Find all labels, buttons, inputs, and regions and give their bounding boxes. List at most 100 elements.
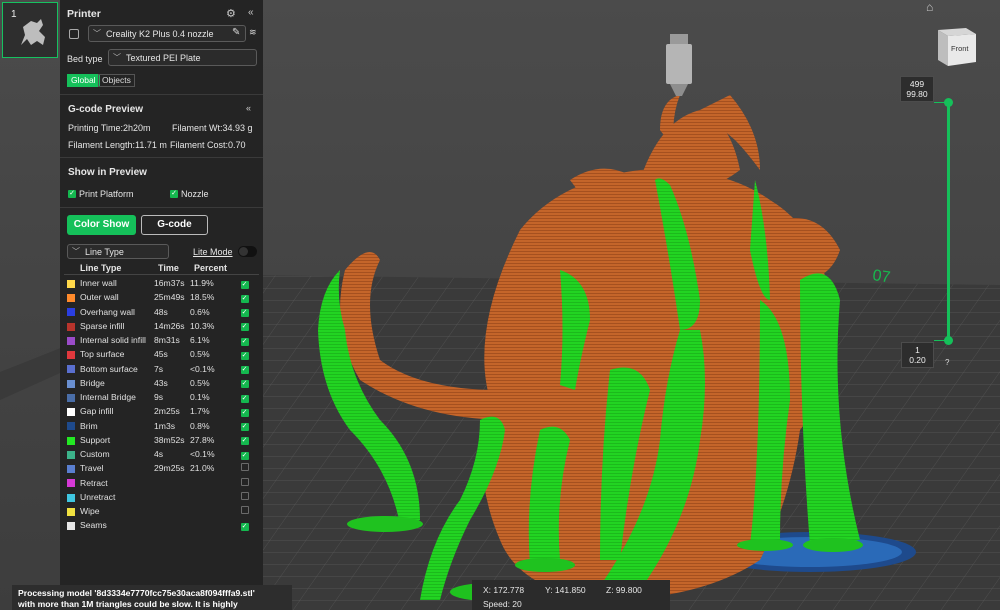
checkbox-checked-icon[interactable]: ✓ — [240, 280, 249, 289]
settings-gear-icon[interactable]: ⚙ — [226, 7, 236, 20]
checkbox-checked-icon: ✓ — [170, 190, 178, 198]
table-row[interactable]: Bridge 43s 0.5% ✓ — [64, 376, 255, 390]
table-row[interactable]: Overhang wall 48s 0.6% ✓ — [64, 305, 255, 319]
line-type-name: Bottom surface — [80, 363, 138, 374]
checkbox-unchecked-icon[interactable] — [240, 477, 249, 486]
line-type-time: 16m37s — [154, 278, 185, 289]
color-swatch — [67, 450, 75, 459]
table-row[interactable]: Gap infill 2m25s 1.7% ✓ — [64, 404, 255, 418]
col-line-type: Line Type — [80, 263, 122, 273]
checkbox-checked-icon[interactable]: ✓ — [240, 337, 249, 346]
line-type-name: Travel — [80, 463, 104, 474]
checkbox-checked-icon[interactable]: ✓ — [240, 309, 249, 318]
table-row[interactable]: Inner wall 16m37s 11.9% ✓ — [64, 276, 255, 290]
checkbox-checked-icon[interactable]: ✓ — [240, 423, 249, 432]
checkbox-unchecked-icon[interactable] — [240, 491, 249, 500]
checkbox-checked-icon[interactable]: ✓ — [240, 366, 249, 375]
show-in-preview-title: Show in Preview — [68, 167, 147, 178]
line-type-name: Outer wall — [80, 292, 119, 303]
layer-slider[interactable]: 499 99.80 1 0.20 ? — [900, 70, 970, 370]
printer-cube-icon — [69, 29, 79, 39]
line-type-percent: 0.5% — [190, 349, 210, 360]
view-cube[interactable]: Front — [932, 26, 978, 68]
plate-thumbnail[interactable]: 1 — [2, 2, 58, 58]
table-row[interactable]: Travel 29m25s 21.0% — [64, 461, 255, 475]
print-platform-toggle[interactable]: ✓ Print Platform — [68, 189, 134, 199]
notice-line-1: Processing model '8d3334e7770fcc75e30aca… — [18, 588, 255, 598]
color-swatch — [67, 408, 75, 417]
printer-model: Creality K2 Plus 0.4 nozzle — [106, 28, 214, 39]
printer-select[interactable]: ﹀ Creality K2 Plus 0.4 nozzle — [88, 25, 246, 42]
table-row[interactable]: Brim 1m3s 0.8% ✓ — [64, 419, 255, 433]
checkbox-checked-icon[interactable]: ✓ — [240, 394, 249, 403]
table-row[interactable]: Custom 4s <0.1% ✓ — [64, 447, 255, 461]
table-row[interactable]: Seams ✓ — [64, 518, 255, 532]
line-type-percent: 11.9% — [190, 278, 214, 289]
checkbox-unchecked-icon[interactable] — [240, 506, 249, 515]
line-type-time: 29m25s — [154, 463, 185, 474]
checkbox-checked-icon[interactable]: ✓ — [240, 294, 249, 303]
checkbox-checked-icon[interactable]: ✓ — [240, 351, 249, 360]
line-type-name: Wipe — [80, 506, 100, 517]
line-type-name: Unretract — [80, 491, 116, 502]
line-type-time: 38m52s — [154, 434, 185, 445]
top-thumb[interactable] — [944, 98, 953, 107]
checkbox-checked-icon[interactable]: ✓ — [240, 437, 249, 446]
checkbox-checked-icon[interactable]: ✓ — [240, 380, 249, 389]
line-type-time: 14m26s — [154, 320, 185, 331]
tab-global[interactable]: Global — [67, 74, 100, 87]
color-swatch — [67, 365, 75, 374]
line-type-percent: 0.1% — [190, 392, 210, 403]
table-row[interactable]: Bottom surface 7s <0.1% ✓ — [64, 362, 255, 376]
table-row[interactable]: Internal solid infill 8m31s 6.1% ✓ — [64, 333, 255, 347]
line-type-percent: 0.6% — [190, 306, 210, 317]
chevron-down-icon: ﹀ — [93, 29, 101, 38]
color-swatch — [67, 422, 75, 431]
edit-icon[interactable]: ✎ — [232, 27, 240, 38]
top-layer-label: 499 99.80 — [900, 76, 934, 102]
checkbox-checked-icon[interactable]: ✓ — [240, 451, 249, 460]
table-row[interactable]: Retract — [64, 476, 255, 490]
gcode-preview-section: G-code Preview « Printing Time:2h20m Fil… — [60, 98, 263, 158]
table-row[interactable]: Support 38m52s 27.8% ✓ — [64, 433, 255, 447]
table-row[interactable]: Outer wall 25m49s 18.5% ✓ — [64, 290, 255, 304]
checkbox-checked-icon[interactable]: ✓ — [240, 522, 249, 531]
line-type-percent: 18.5% — [190, 292, 215, 303]
collapse-icon[interactable]: « — [246, 103, 251, 113]
checkbox-checked-icon: ✓ — [68, 190, 76, 198]
filament-weight: Filament Wt:34.93 g — [172, 123, 253, 133]
tab-objects[interactable]: Objects — [98, 74, 135, 87]
table-row[interactable]: Internal Bridge 9s 0.1% ✓ — [64, 390, 255, 404]
checkbox-checked-icon[interactable]: ✓ — [240, 323, 249, 332]
line-type-percent: 6.1% — [190, 335, 210, 346]
nozzle-toggle[interactable]: ✓ Nozzle — [170, 189, 209, 199]
line-type-percent: 1.7% — [190, 406, 210, 417]
bed-type-label: Bed type — [67, 54, 103, 64]
help-icon[interactable]: ? — [945, 358, 949, 367]
table-row[interactable]: Sparse infill 14m26s 10.3% ✓ — [64, 319, 255, 333]
table-row[interactable]: Wipe — [64, 504, 255, 518]
line-type-select-value: Line Type — [85, 246, 124, 257]
home-icon[interactable]: ⌂ — [926, 0, 933, 14]
gcode-view-button[interactable]: G-code — [141, 215, 208, 235]
color-swatch — [67, 336, 75, 345]
wifi-icon[interactable]: ≋ — [249, 27, 257, 38]
line-type-name: Overhang wall — [80, 306, 135, 317]
line-type-select[interactable]: ﹀ Line Type — [67, 244, 169, 259]
table-row[interactable]: Unretract — [64, 490, 255, 504]
checkbox-checked-icon[interactable]: ✓ — [240, 408, 249, 417]
color-swatch — [67, 294, 75, 303]
speed-value: Speed: 20 — [483, 599, 522, 609]
table-row[interactable]: Top surface 45s 0.5% ✓ — [64, 347, 255, 361]
checkbox-unchecked-icon[interactable] — [240, 463, 249, 472]
color-show-button[interactable]: Color Show — [67, 215, 136, 235]
lite-mode-toggle[interactable] — [238, 246, 257, 257]
gcode-preview-title: G-code Preview — [68, 104, 144, 115]
collapse-icon[interactable]: « — [248, 7, 254, 18]
bed-mark: 07 — [871, 267, 891, 286]
bed-type-select[interactable]: ﹀ Textured PEI Plate — [108, 49, 257, 66]
bottom-connector — [934, 340, 948, 341]
color-swatch — [67, 465, 75, 474]
line-type-name: Top surface — [80, 349, 125, 360]
bottom-layer-label: 1 0.20 — [901, 342, 934, 368]
